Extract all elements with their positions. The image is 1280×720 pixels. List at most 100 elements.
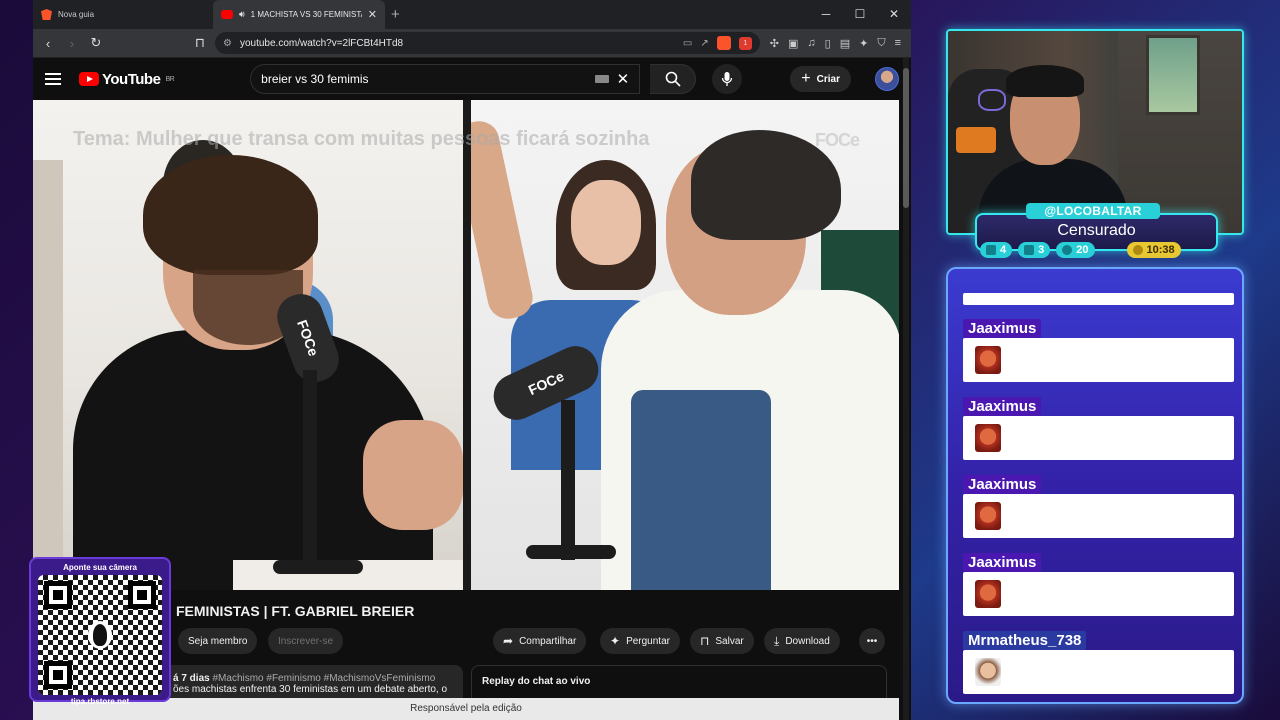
tab-new[interactable]: Nova guia xyxy=(33,0,213,29)
angry-emote-icon xyxy=(975,502,1001,530)
search-button[interactable] xyxy=(650,64,697,94)
cast-icon[interactable]: ▭ xyxy=(683,38,692,49)
person-arm xyxy=(363,420,463,530)
stream-game: Censurado xyxy=(1057,222,1136,239)
avatar[interactable] xyxy=(875,67,899,91)
youtube-play-icon xyxy=(79,72,99,86)
youtube-header: YouTube BR breier vs 30 femimis ✕ + Cria… xyxy=(33,58,911,100)
chat-message-body xyxy=(963,650,1234,694)
back-icon[interactable]: ‹ xyxy=(39,36,57,51)
clear-search-icon[interactable]: ✕ xyxy=(617,70,630,88)
wallet-icon[interactable]: ▤ xyxy=(840,37,850,50)
search-icon xyxy=(665,71,681,87)
save-button[interactable]: ⊓ Salvar xyxy=(690,628,754,654)
extensions-icon[interactable]: ✣ xyxy=(770,37,779,50)
tab-bar: Nova guia 🔊︎ 1 MACHISTA VS 30 FEMINISTAS… xyxy=(33,0,911,29)
brave-shields-icon[interactable] xyxy=(716,36,731,50)
join-label: Seja membro xyxy=(188,635,248,647)
upload-date: á 7 dias xyxy=(173,673,210,684)
qr-logo-icon xyxy=(88,621,112,649)
browser-toolbar: ‹ › ↻ ⊓ ⚙ youtube.com/watch?v=2lFCBt4HTd… xyxy=(33,29,911,58)
scrollbar-thumb[interactable] xyxy=(903,68,909,208)
region-code: BR xyxy=(165,75,175,83)
new-tab-button[interactable]: + xyxy=(385,6,406,23)
chat-message-body xyxy=(963,494,1234,538)
music-icon[interactable]: ♫ xyxy=(807,37,815,50)
video-player[interactable]: FOCe FOCe Tema: Mulher que transa com mu… xyxy=(33,100,899,590)
face-emote-icon xyxy=(975,658,1001,686)
hamburger-icon[interactable] xyxy=(45,73,61,85)
plus-icon: + xyxy=(801,70,811,87)
search-input[interactable]: breier vs 30 femimis ✕ xyxy=(250,64,641,94)
bookmark-icon: ⊓ xyxy=(700,634,710,648)
scrollbar[interactable] xyxy=(903,58,909,720)
close-tab-icon[interactable]: ✕ xyxy=(368,8,377,21)
close-window-icon[interactable]: ✕ xyxy=(877,0,911,29)
share-button[interactable]: ➦ Compartilhar xyxy=(493,628,587,654)
qr-finder xyxy=(128,581,156,609)
forward-icon[interactable]: › xyxy=(63,36,81,51)
url-text: youtube.com/watch?v=2lFCBt4HTd8 xyxy=(239,37,404,49)
join-button[interactable]: Seja membro xyxy=(178,628,258,654)
youtube-icon xyxy=(221,10,233,19)
menu-icon[interactable]: ≡ xyxy=(895,37,901,50)
subscribe-button[interactable]: Inscrever-se xyxy=(268,628,344,654)
stream-stats: 4 3 20 10:38 xyxy=(980,242,1181,260)
screenshot-icon[interactable]: ▣ xyxy=(788,37,798,50)
site-info-icon[interactable]: ⚙ xyxy=(223,38,232,49)
keyboard-icon[interactable] xyxy=(594,75,609,83)
search-query: breier vs 30 femimis xyxy=(261,72,369,86)
split-divider xyxy=(463,100,471,590)
whatsapp-count-value: 20 xyxy=(1076,244,1089,256)
streamer-hair xyxy=(1006,65,1084,97)
share-icon: ➦ xyxy=(503,634,514,648)
brave-icon xyxy=(41,9,52,20)
video-right-panel: FOCe xyxy=(471,100,899,590)
tab-label: 1 MACHISTA VS 30 FEMINISTAS | FT... xyxy=(250,10,362,19)
youtube-logo[interactable]: YouTube BR xyxy=(79,70,175,88)
qr-overlay: Aponte sua câmera tipa.rbstore.net xyxy=(29,557,171,706)
sidebar-icon[interactable]: ▯ xyxy=(825,37,831,50)
share-icon[interactable]: ↗ xyxy=(700,38,708,49)
angry-emote-icon xyxy=(975,580,1001,608)
video-title: FEMINISTAS | FT. GABRIEL BREIER xyxy=(176,603,415,619)
chat-username: Jaaximus xyxy=(963,319,1042,338)
angry-emote-icon xyxy=(975,424,1001,452)
mic-stand xyxy=(303,370,317,570)
speaker-icon[interactable]: 🔊︎ xyxy=(239,9,245,20)
leo-icon[interactable]: ✦ xyxy=(859,37,868,50)
hashtags[interactable]: #Machismo #Feminismo #MachismoVsFeminism… xyxy=(212,673,435,684)
create-button[interactable]: + Criar xyxy=(790,66,851,92)
more-icon: ••• xyxy=(866,635,878,647)
maximize-icon[interactable]: ☐ xyxy=(843,0,877,29)
vpn-icon[interactable]: ⛉ xyxy=(877,37,885,50)
whatsapp-count: 20 xyxy=(1056,242,1095,258)
video-topic-caption: Tema: Mulher que transa com muitas pesso… xyxy=(73,128,650,150)
reload-icon[interactable]: ↻ xyxy=(87,35,105,51)
address-bar[interactable]: ⚙ youtube.com/watch?v=2lFCBt4HTd8 ▭ ↗ 1 xyxy=(215,32,760,54)
chat-message-body xyxy=(963,338,1234,382)
download-button[interactable]: ⤓ Download xyxy=(764,628,840,654)
bookmark-icon[interactable]: ⊓ xyxy=(191,35,209,51)
voice-search-button[interactable] xyxy=(712,64,743,94)
window-controls: ─ ☐ ✕ xyxy=(809,0,911,29)
angry-emote-icon xyxy=(975,346,1001,374)
chair-logo-icon xyxy=(978,89,1006,111)
minimize-icon[interactable]: ─ xyxy=(809,0,843,29)
qr-finder xyxy=(44,581,72,609)
tab-youtube[interactable]: 🔊︎ 1 MACHISTA VS 30 FEMINISTAS | FT... ✕ xyxy=(213,0,385,29)
chat-count-value: 4 xyxy=(1000,244,1007,256)
chat-replay-label: Replay do chat ao vivo xyxy=(482,676,591,687)
watermark-logo: FOCe xyxy=(814,130,860,150)
description-text: ões machistas enfrenta 30 feministas em … xyxy=(173,684,448,695)
more-button[interactable]: ••• xyxy=(859,628,885,654)
clock-icon xyxy=(1132,245,1143,255)
ask-button[interactable]: ✦ Perguntar xyxy=(600,628,680,654)
qr-code xyxy=(38,575,162,695)
chat-icon xyxy=(986,245,996,255)
create-label: Criar xyxy=(816,73,840,85)
mic-base xyxy=(526,545,616,559)
chat-username: Mrmatheus_738 xyxy=(963,631,1087,650)
brave-rewards-icon[interactable]: 1 xyxy=(738,36,752,50)
logo-text: YouTube xyxy=(102,70,161,88)
